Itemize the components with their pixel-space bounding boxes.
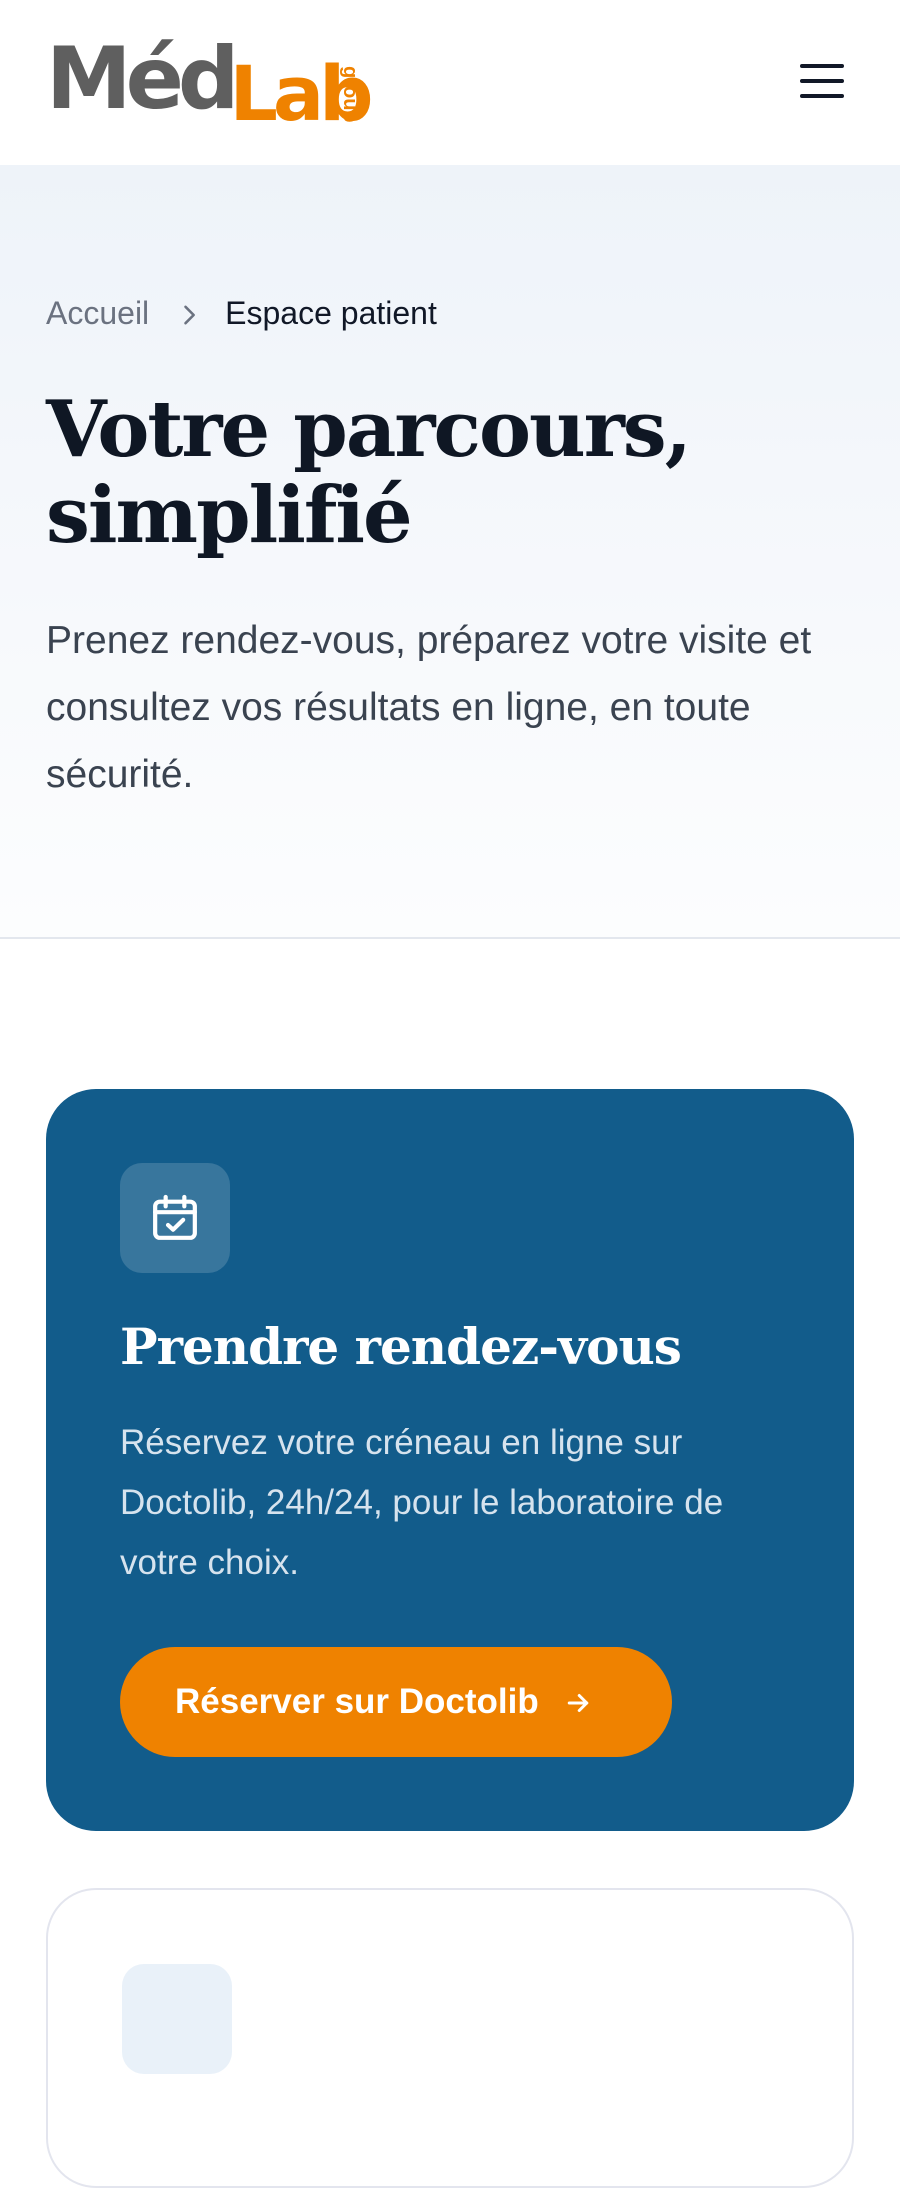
hamburger-menu-icon[interactable]: [798, 60, 846, 102]
page-title-line1: Votre parcours,: [46, 384, 692, 475]
menu-line: [800, 94, 844, 98]
logo-text-main: Méd: [46, 29, 239, 129]
page-title-line2: simplifié: [46, 470, 413, 561]
page-subtitle: Prenez rendez-vous, préparez votre visit…: [46, 619, 812, 796]
calendar-check-icon: [120, 1163, 230, 1273]
next-card: [46, 1888, 854, 2188]
site-header: Méd Lab group: [0, 0, 900, 165]
page-title: Votre parcours, simplifié: [46, 387, 846, 559]
book-doctolib-button[interactable]: Réserver sur Doctolib: [120, 1647, 672, 1757]
card-title: Prendre rendez-vous: [120, 1317, 682, 1376]
logo-text-suffix: group: [339, 66, 361, 123]
appointment-card: Prendre rendez-vous Réservez votre créne…: [46, 1089, 854, 1831]
card-icon-placeholder: [122, 1964, 232, 2074]
arrow-right-icon: [563, 1687, 593, 1717]
breadcrumb-current: Espace patient: [225, 295, 437, 331]
menu-line: [800, 79, 844, 83]
breadcrumb-home-link[interactable]: Accueil: [46, 295, 149, 332]
chevron-right-icon: [175, 300, 203, 328]
breadcrumb: Accueil Espace patient: [46, 295, 437, 332]
hero-section: Accueil Espace patient Votre parcours, s…: [0, 165, 900, 939]
menu-line: [800, 64, 844, 68]
book-doctolib-button-label: Réserver sur Doctolib: [175, 1682, 539, 1721]
medlab-logo[interactable]: Méd Lab group: [46, 36, 374, 132]
card-description: Réservez votre créneau en ligne sur Doct…: [120, 1423, 724, 1582]
